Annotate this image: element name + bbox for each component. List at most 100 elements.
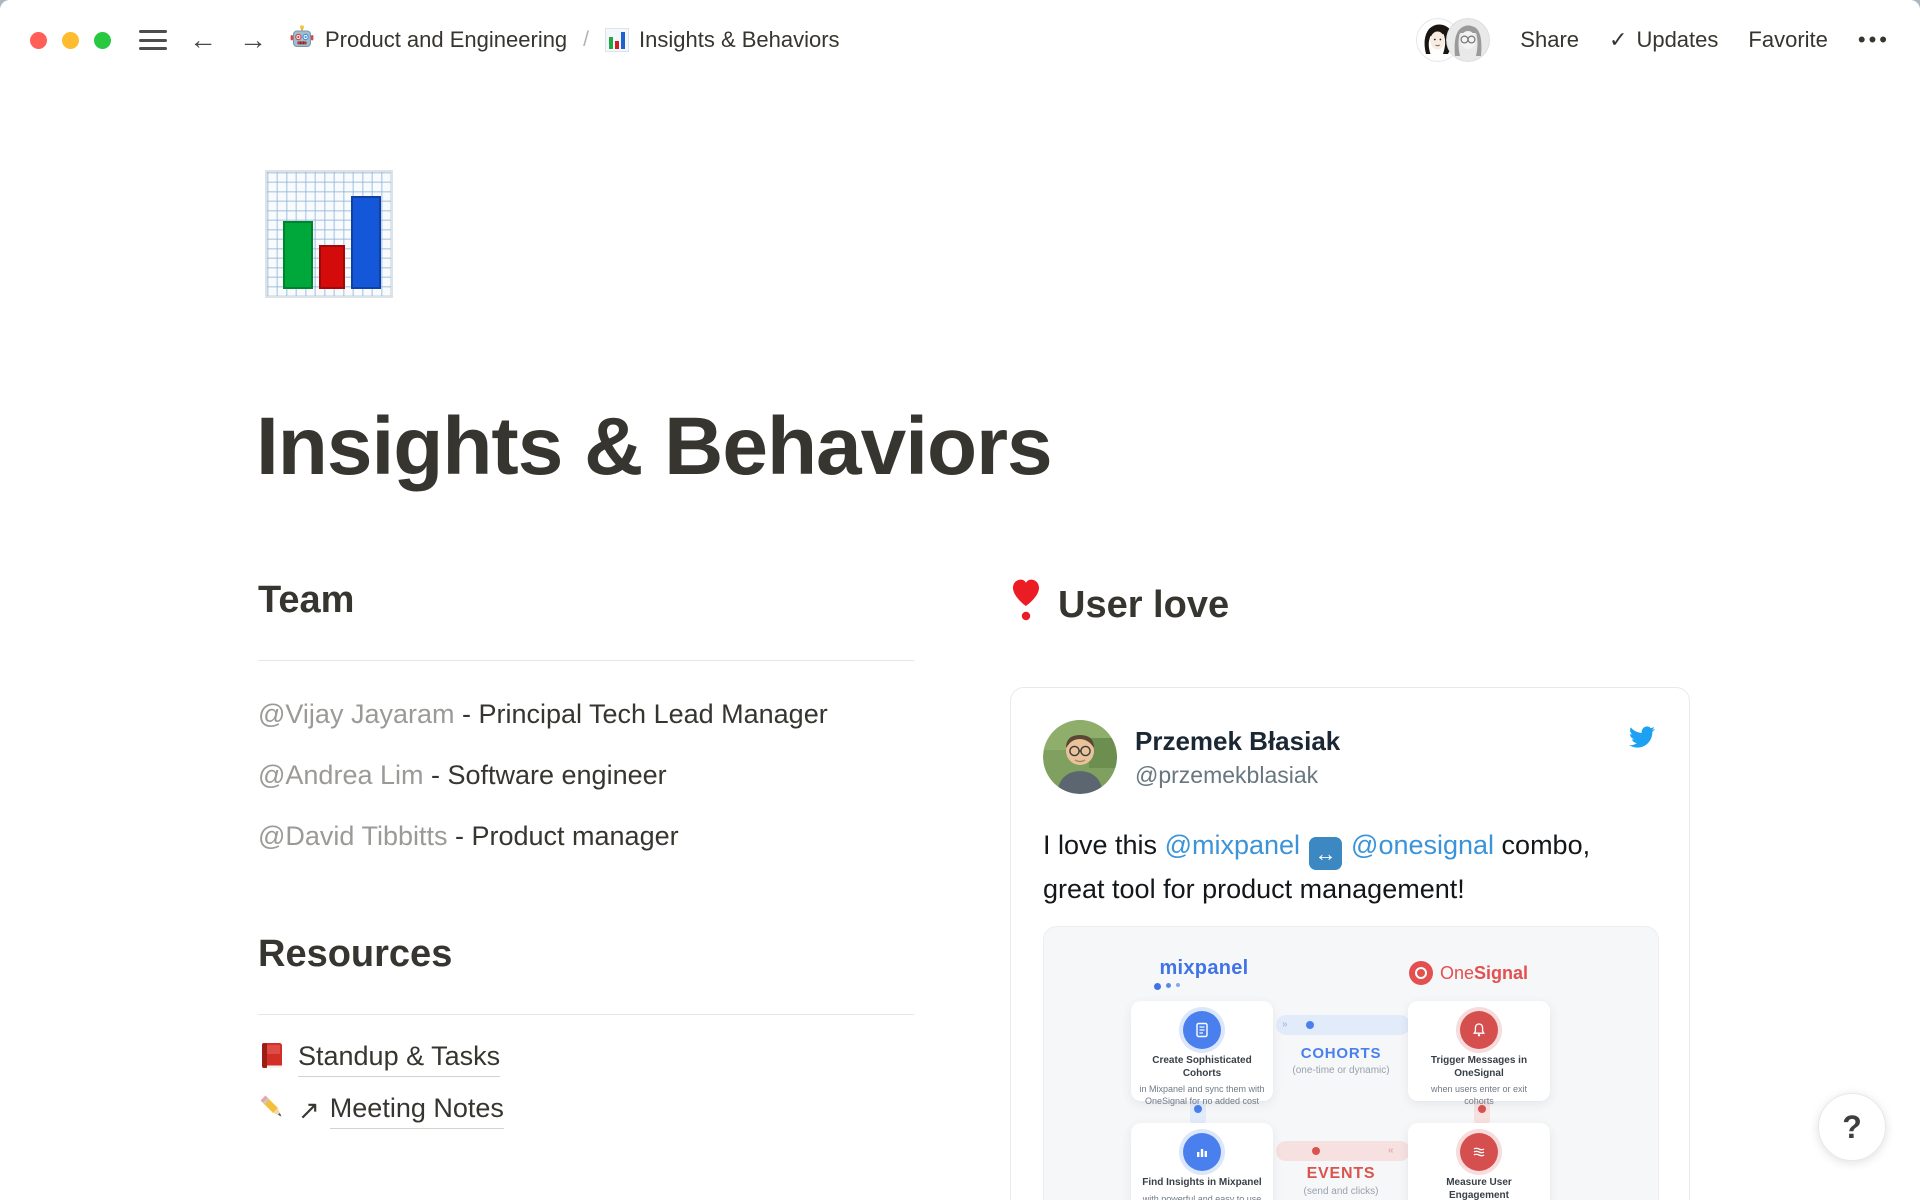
external-arrow-icon: ↗	[298, 1095, 320, 1126]
events-label: EVENTS (send and clicks)	[1266, 1165, 1416, 1197]
left-right-arrow-emoji: ↔	[1309, 837, 1342, 870]
diagram-card-find-insights: Find Insights in Mixpanel with powerful …	[1131, 1123, 1273, 1200]
topbar: ← →	[0, 0, 1920, 80]
tweet-embed[interactable]: Przemek Błasiak @przemekblasiak I love t…	[1010, 687, 1690, 1200]
resource-links: Standup & Tasks ↗ Meeting Notes	[258, 1041, 914, 1129]
breadcrumb-parent-label: Product and Engineering	[325, 27, 567, 53]
document-icon	[1183, 1011, 1221, 1049]
cohorts-flow-line	[1276, 1015, 1410, 1035]
standup-tasks-label[interactable]: Standup & Tasks	[298, 1041, 500, 1077]
tweet-author-name[interactable]: Przemek Błasiak	[1135, 726, 1340, 757]
cohorts-label: COHORTS (one-time or dynamic)	[1266, 1045, 1416, 1076]
breadcrumb-parent[interactable]: Product and Engineering	[289, 24, 567, 56]
flow-dot	[1306, 1021, 1314, 1029]
diagram-card-create-cohorts: Create Sophisticated Cohorts in Mixpanel…	[1131, 1001, 1273, 1101]
diagram-card-title: Trigger Messages in OneSignal	[1416, 1055, 1542, 1080]
red-bar	[319, 245, 345, 289]
tweet-text-segment: I love this	[1043, 830, 1165, 860]
insights-chart-icon	[1183, 1133, 1221, 1171]
help-button[interactable]: ?	[1818, 1093, 1886, 1161]
diagram-card-measure-engagement: Measure User Engagement with messages, t…	[1408, 1123, 1550, 1200]
breadcrumb: Product and Engineering / Insights & Beh…	[289, 24, 840, 56]
red-book-icon	[258, 1041, 286, 1078]
team-member[interactable]: @Vijay Jayaram - Principal Tech Lead Man…	[258, 693, 914, 736]
bell-icon	[1460, 1011, 1498, 1049]
cohorts-label-text: COHORTS	[1266, 1045, 1416, 1062]
team-members: @Vijay Jayaram - Principal Tech Lead Man…	[258, 693, 914, 859]
tweet-text: I love this @mixpanel↔@onesignal combo, …	[1043, 826, 1657, 908]
diagram-card-title: Measure User Engagement	[1416, 1177, 1542, 1200]
favorite-label: Favorite	[1748, 27, 1827, 53]
tweet-author: Przemek Błasiak @przemekblasiak	[1135, 720, 1340, 789]
share-button[interactable]: Share	[1520, 27, 1579, 53]
team-member[interactable]: @David Tibbitts - Product manager	[258, 815, 914, 858]
presence-avatars[interactable]	[1416, 18, 1490, 62]
mixpanel-mention-link[interactable]: @mixpanel	[1165, 830, 1300, 860]
left-column: Team @Vijay Jayaram - Principal Tech Lea…	[258, 578, 914, 1200]
tweet-author-avatar[interactable]	[1043, 720, 1117, 794]
diagram-card-body: in Mixpanel and sync them with OneSignal…	[1139, 1083, 1265, 1107]
flow-chevrons: »	[1282, 1019, 1287, 1030]
topbar-actions: Share ✓ Updates Favorite •••	[1416, 18, 1890, 62]
onesignal-mark-icon	[1409, 961, 1433, 985]
blue-bar	[351, 196, 381, 289]
updates-button[interactable]: ✓ Updates	[1609, 27, 1718, 53]
page-icon-bar-chart[interactable]	[265, 170, 393, 298]
close-window-button[interactable]	[30, 32, 47, 49]
events-sublabel: (send and clicks)	[1266, 1186, 1416, 1197]
onesignal-logo-signal: Signal	[1474, 963, 1528, 983]
check-icon: ✓	[1609, 27, 1627, 53]
right-column: User love	[1010, 578, 1690, 1200]
member-role: - Principal Tech Lead Manager	[454, 699, 827, 729]
bar-chart-icon	[605, 28, 629, 52]
tweet-header: Przemek Błasiak @przemekblasiak	[1043, 720, 1657, 794]
breadcrumb-current-label: Insights & Behaviors	[639, 27, 840, 53]
onesignal-mention-link[interactable]: @onesignal	[1351, 830, 1494, 860]
tweet-media-image[interactable]: mixpanel OneSignal »	[1043, 926, 1659, 1200]
avatar	[1446, 18, 1490, 62]
diagram-card-title: Create Sophisticated Cohorts	[1139, 1055, 1265, 1080]
share-label: Share	[1520, 27, 1579, 53]
team-member[interactable]: @Andrea Lim - Software engineer	[258, 754, 914, 797]
tweet-author-handle[interactable]: @przemekblasiak	[1135, 762, 1340, 789]
diagram-card-body: with powerful and easy to use reports	[1139, 1193, 1265, 1200]
user-love-heading[interactable]: User love	[1010, 578, 1690, 634]
onesignal-logo-one: One	[1440, 963, 1474, 983]
heart-exclamation-icon	[1010, 578, 1042, 634]
engagement-chart-icon	[1460, 1133, 1498, 1171]
user-mention[interactable]: @Andrea Lim	[258, 760, 423, 790]
favorite-button[interactable]: Favorite	[1748, 27, 1827, 53]
twitter-icon[interactable]	[1627, 724, 1657, 750]
cohorts-sublabel: (one-time or dynamic)	[1266, 1065, 1416, 1076]
user-mention[interactable]: @Vijay Jayaram	[258, 699, 454, 729]
diagram-card-trigger-messages: Trigger Messages in OneSignal when users…	[1408, 1001, 1550, 1101]
mixpanel-logo-dots	[1144, 983, 1264, 990]
forward-icon[interactable]: →	[239, 26, 267, 54]
robot-icon	[289, 24, 315, 56]
more-options-icon[interactable]: •••	[1858, 27, 1890, 53]
breadcrumb-current[interactable]: Insights & Behaviors	[605, 27, 840, 53]
updates-label: Updates	[1636, 27, 1718, 53]
pencil-icon	[258, 1093, 286, 1128]
member-role: - Software engineer	[423, 760, 666, 790]
divider	[258, 660, 914, 661]
meeting-notes-link[interactable]: ↗ Meeting Notes	[258, 1093, 914, 1129]
user-love-label: User love	[1058, 583, 1229, 629]
back-icon[interactable]: ←	[189, 26, 217, 54]
meeting-notes-label[interactable]: Meeting Notes	[330, 1093, 504, 1129]
breadcrumb-separator: /	[583, 28, 589, 52]
team-heading[interactable]: Team	[258, 578, 914, 624]
sidebar-toggle-icon[interactable]	[139, 30, 167, 50]
page-title[interactable]: Insights & Behaviors	[256, 400, 1052, 494]
content-columns: Team @Vijay Jayaram - Principal Tech Lea…	[258, 578, 1690, 1200]
minimize-window-button[interactable]	[62, 32, 79, 49]
green-bar	[283, 221, 313, 289]
user-mention[interactable]: @David Tibbitts	[258, 821, 447, 851]
member-role: - Product manager	[447, 821, 678, 851]
flow-chevrons: «	[1388, 1145, 1393, 1156]
mixpanel-logo-text: mixpanel	[1159, 957, 1248, 979]
standup-tasks-link[interactable]: Standup & Tasks	[258, 1041, 914, 1078]
fullscreen-window-button[interactable]	[94, 32, 111, 49]
resources-heading[interactable]: Resources	[258, 932, 914, 978]
divider	[258, 1014, 914, 1015]
